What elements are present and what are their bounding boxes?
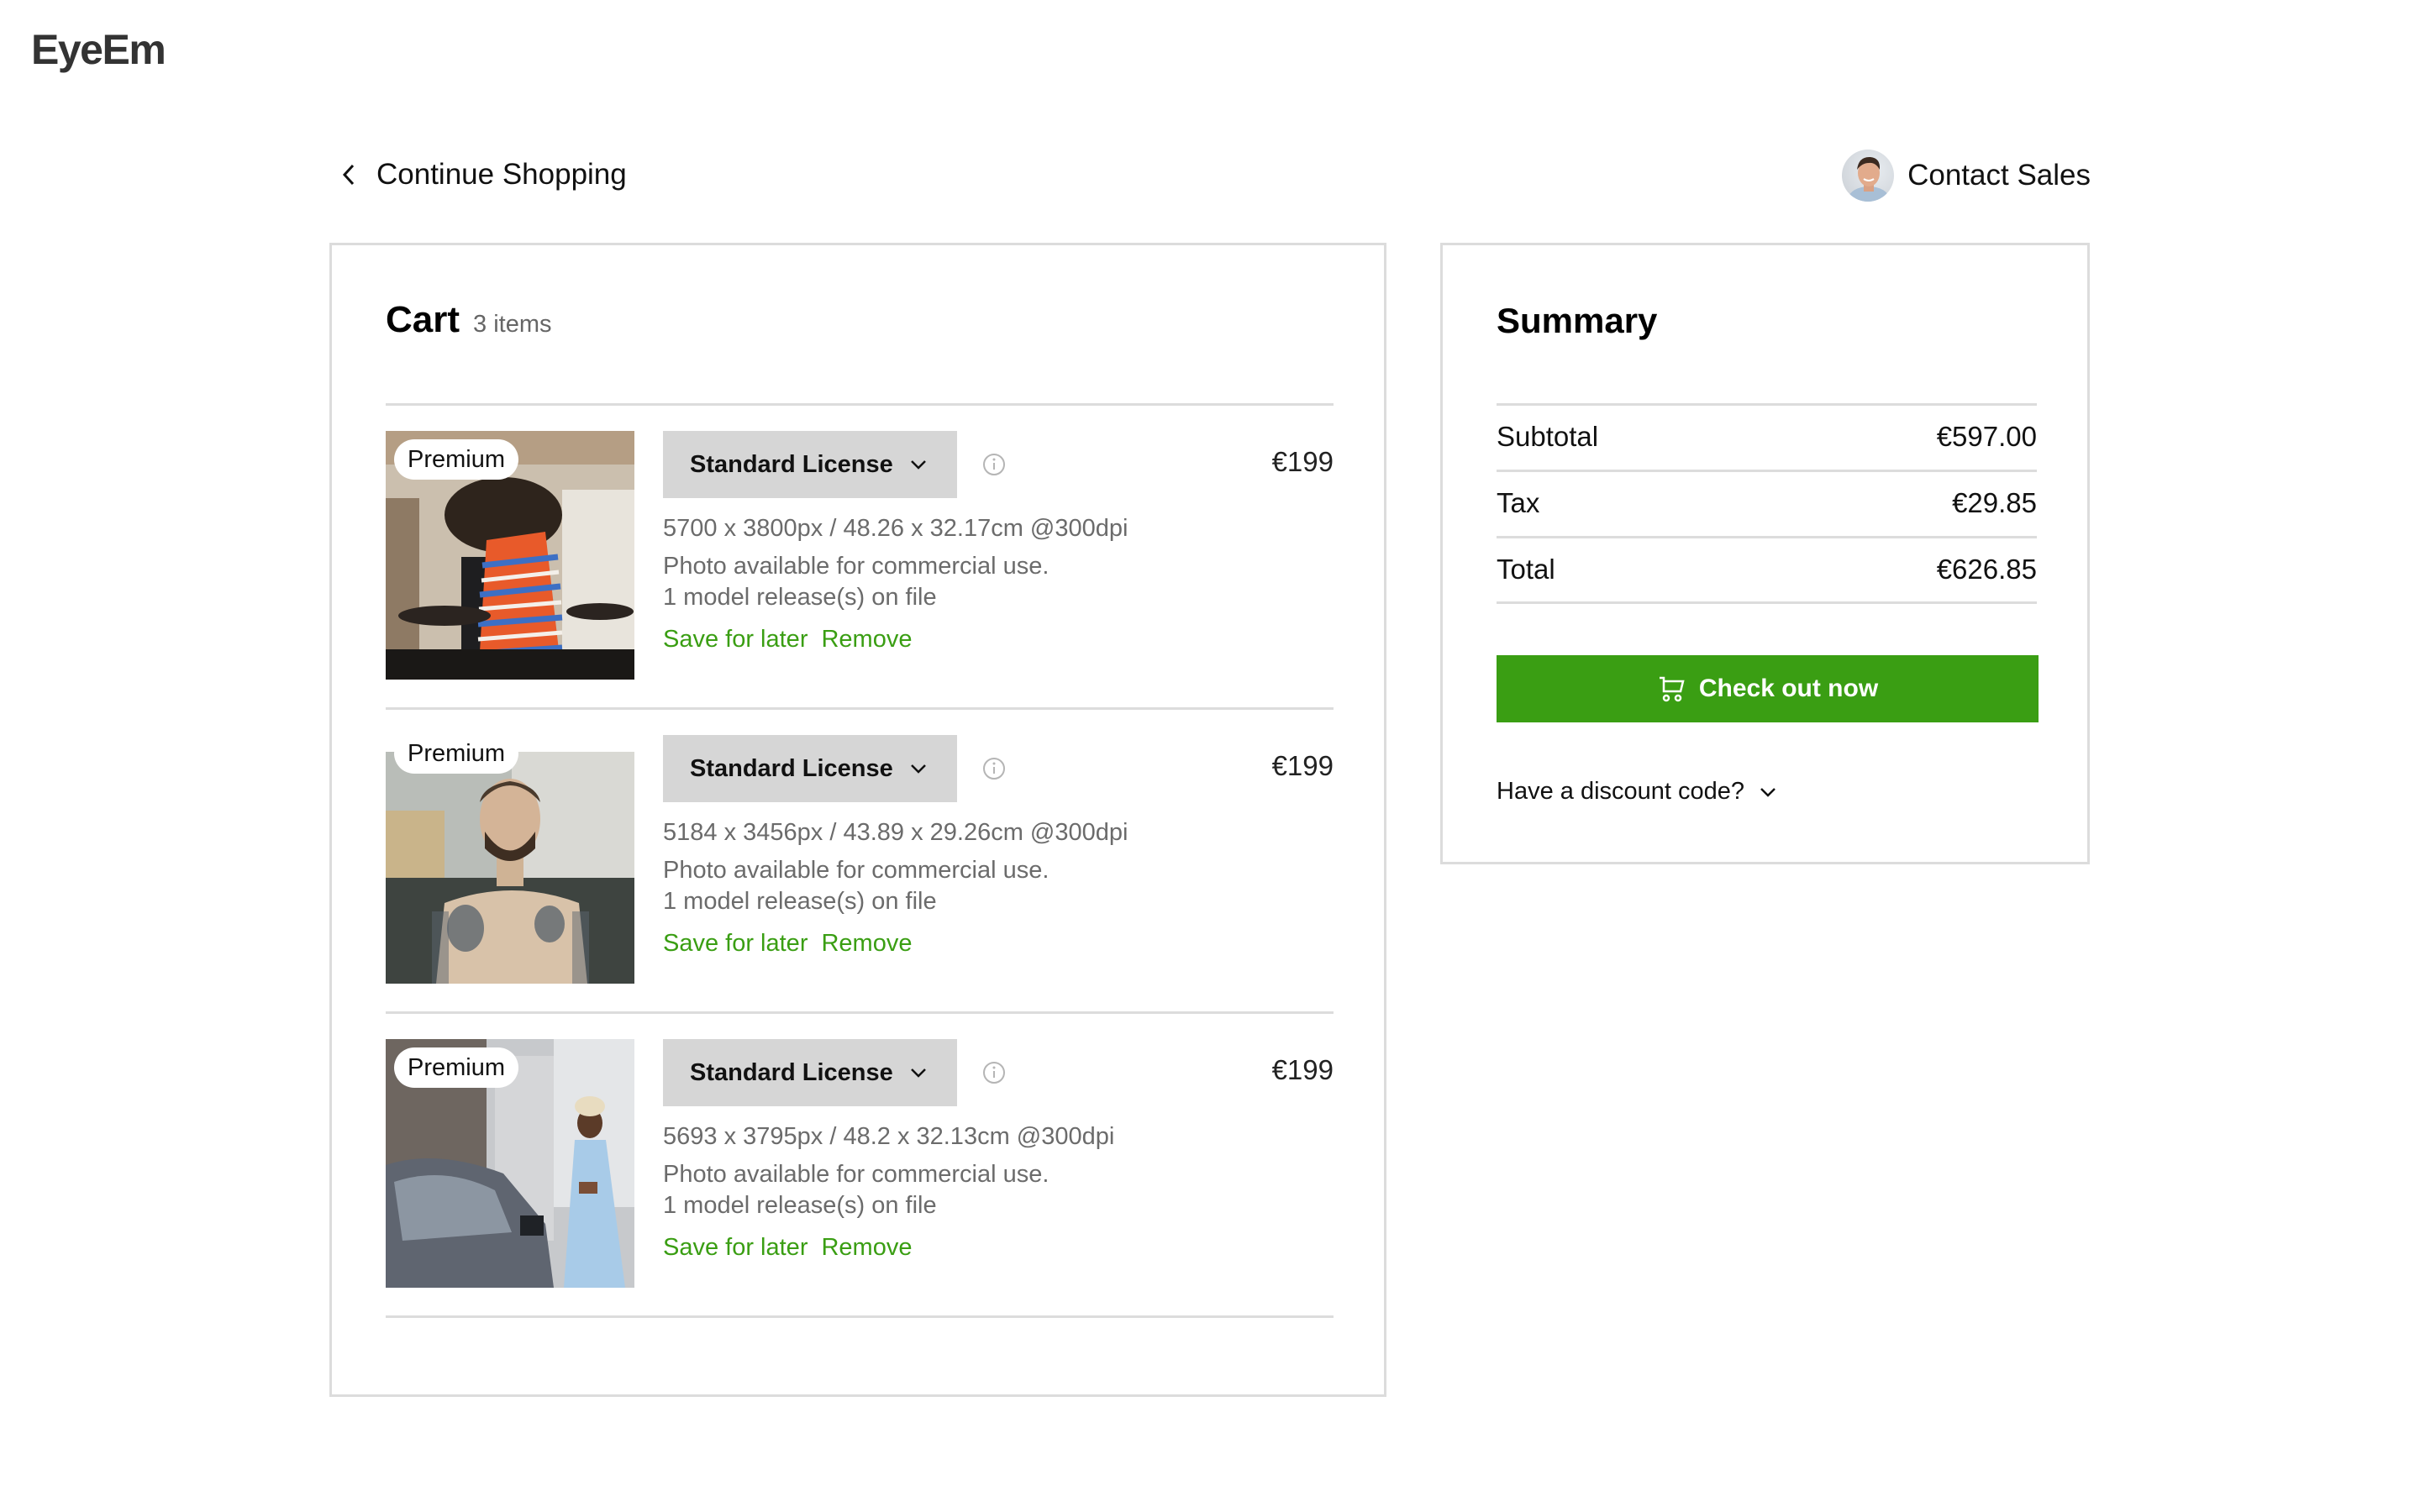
tax-value: €29.85: [1952, 487, 2037, 518]
remove-link[interactable]: Remove: [821, 626, 912, 654]
summary-panel: Summary Subtotal €597.00 Tax €29.85 Tota…: [1440, 243, 2090, 864]
save-for-later-link[interactable]: Save for later: [663, 626, 808, 654]
item-price: €199: [1271, 1054, 1334, 1085]
info-icon[interactable]: [982, 453, 1006, 476]
checkout-label: Check out now: [1698, 675, 1879, 702]
item-actions: Save for later Remove: [663, 1234, 912, 1262]
info-icon[interactable]: [982, 1061, 1006, 1084]
checkout-button[interactable]: Check out now: [1497, 655, 2039, 722]
item-dimensions: 5700 x 3800px / 48.26 x 32.17cm @300dpi: [663, 515, 1128, 542]
item-thumbnail[interactable]: Premium: [386, 1039, 634, 1288]
divider: [386, 1315, 1334, 1318]
item-usage: Photo available for commercial use.: [663, 553, 1050, 580]
divider: [1497, 601, 2037, 604]
cart-panel: Cart 3 items Premium Standard License €1…: [329, 243, 1386, 1397]
remove-link[interactable]: Remove: [821, 1234, 912, 1262]
chevron-down-icon: [910, 454, 930, 475]
tax-row: Tax €29.85: [1497, 471, 2037, 535]
license-label: Standard License: [690, 754, 893, 782]
subtotal-row: Subtotal €597.00: [1497, 405, 2037, 469]
cart-item: Premium Standard License €199 5693 x 379…: [386, 1039, 1334, 1288]
discount-code-toggle[interactable]: Have a discount code?: [1497, 778, 1780, 806]
subtotal-value: €597.00: [1936, 421, 2037, 452]
item-price: €199: [1271, 750, 1334, 781]
divider: [386, 403, 1334, 406]
item-usage: Photo available for commercial use.: [663, 857, 1050, 884]
item-releases: 1 model release(s) on file: [663, 1192, 937, 1219]
total-label: Total: [1497, 554, 1555, 585]
remove-link[interactable]: Remove: [821, 930, 912, 958]
divider: [386, 707, 1334, 710]
summary-title: Summary: [1497, 301, 1658, 340]
premium-badge: Premium: [394, 439, 519, 480]
license-dropdown[interactable]: Standard License: [663, 431, 957, 498]
item-dimensions: 5184 x 3456px / 43.89 x 29.26cm @300dpi: [663, 819, 1128, 846]
save-for-later-link[interactable]: Save for later: [663, 1234, 808, 1262]
license-dropdown[interactable]: Standard License: [663, 1039, 957, 1106]
item-releases: 1 model release(s) on file: [663, 888, 937, 915]
item-thumbnail[interactable]: Premium: [386, 431, 634, 680]
eyeem-logo[interactable]: EyeEm: [31, 25, 166, 74]
total-row: Total €626.85: [1497, 538, 2037, 601]
item-actions: Save for later Remove: [663, 626, 912, 654]
cart-item: Premium Standard License €199 5700 x 380…: [386, 431, 1334, 680]
item-thumbnail[interactable]: Premium: [386, 735, 634, 984]
info-icon[interactable]: [982, 757, 1006, 780]
item-actions: Save for later Remove: [663, 930, 912, 958]
cart-item-count: 3 items: [473, 311, 552, 338]
license-label: Standard License: [690, 450, 893, 478]
contact-sales-link[interactable]: Contact Sales: [1842, 149, 2091, 202]
license-label: Standard License: [690, 1058, 893, 1086]
continue-shopping-label: Continue Shopping: [376, 158, 627, 191]
chevron-left-icon: [334, 160, 363, 189]
continue-shopping-link[interactable]: Continue Shopping: [334, 154, 627, 196]
divider: [386, 1011, 1334, 1014]
cart-header: Cart 3 items: [386, 299, 552, 341]
chevron-down-icon: [1760, 782, 1780, 802]
total-value: €626.85: [1936, 554, 2037, 585]
chevron-down-icon: [910, 1063, 930, 1083]
item-usage: Photo available for commercial use.: [663, 1161, 1050, 1188]
tax-label: Tax: [1497, 487, 1540, 518]
chevron-down-icon: [910, 759, 930, 779]
premium-badge: Premium: [394, 1047, 519, 1088]
cart-title: Cart: [386, 299, 460, 340]
sales-avatar: [1842, 150, 1895, 202]
item-dimensions: 5693 x 3795px / 48.2 x 32.13cm @300dpi: [663, 1123, 1115, 1150]
premium-badge: Premium: [394, 735, 519, 774]
item-price: €199: [1271, 446, 1334, 477]
discount-label: Have a discount code?: [1497, 778, 1745, 805]
save-for-later-link[interactable]: Save for later: [663, 930, 808, 958]
contact-sales-label: Contact Sales: [1907, 159, 2091, 192]
license-dropdown[interactable]: Standard License: [663, 735, 957, 802]
item-releases: 1 model release(s) on file: [663, 584, 937, 611]
subtotal-label: Subtotal: [1497, 421, 1599, 452]
cart-item: Premium Standard License €199 5184 x 345…: [386, 735, 1334, 984]
shopping-cart-icon: [1657, 674, 1687, 704]
